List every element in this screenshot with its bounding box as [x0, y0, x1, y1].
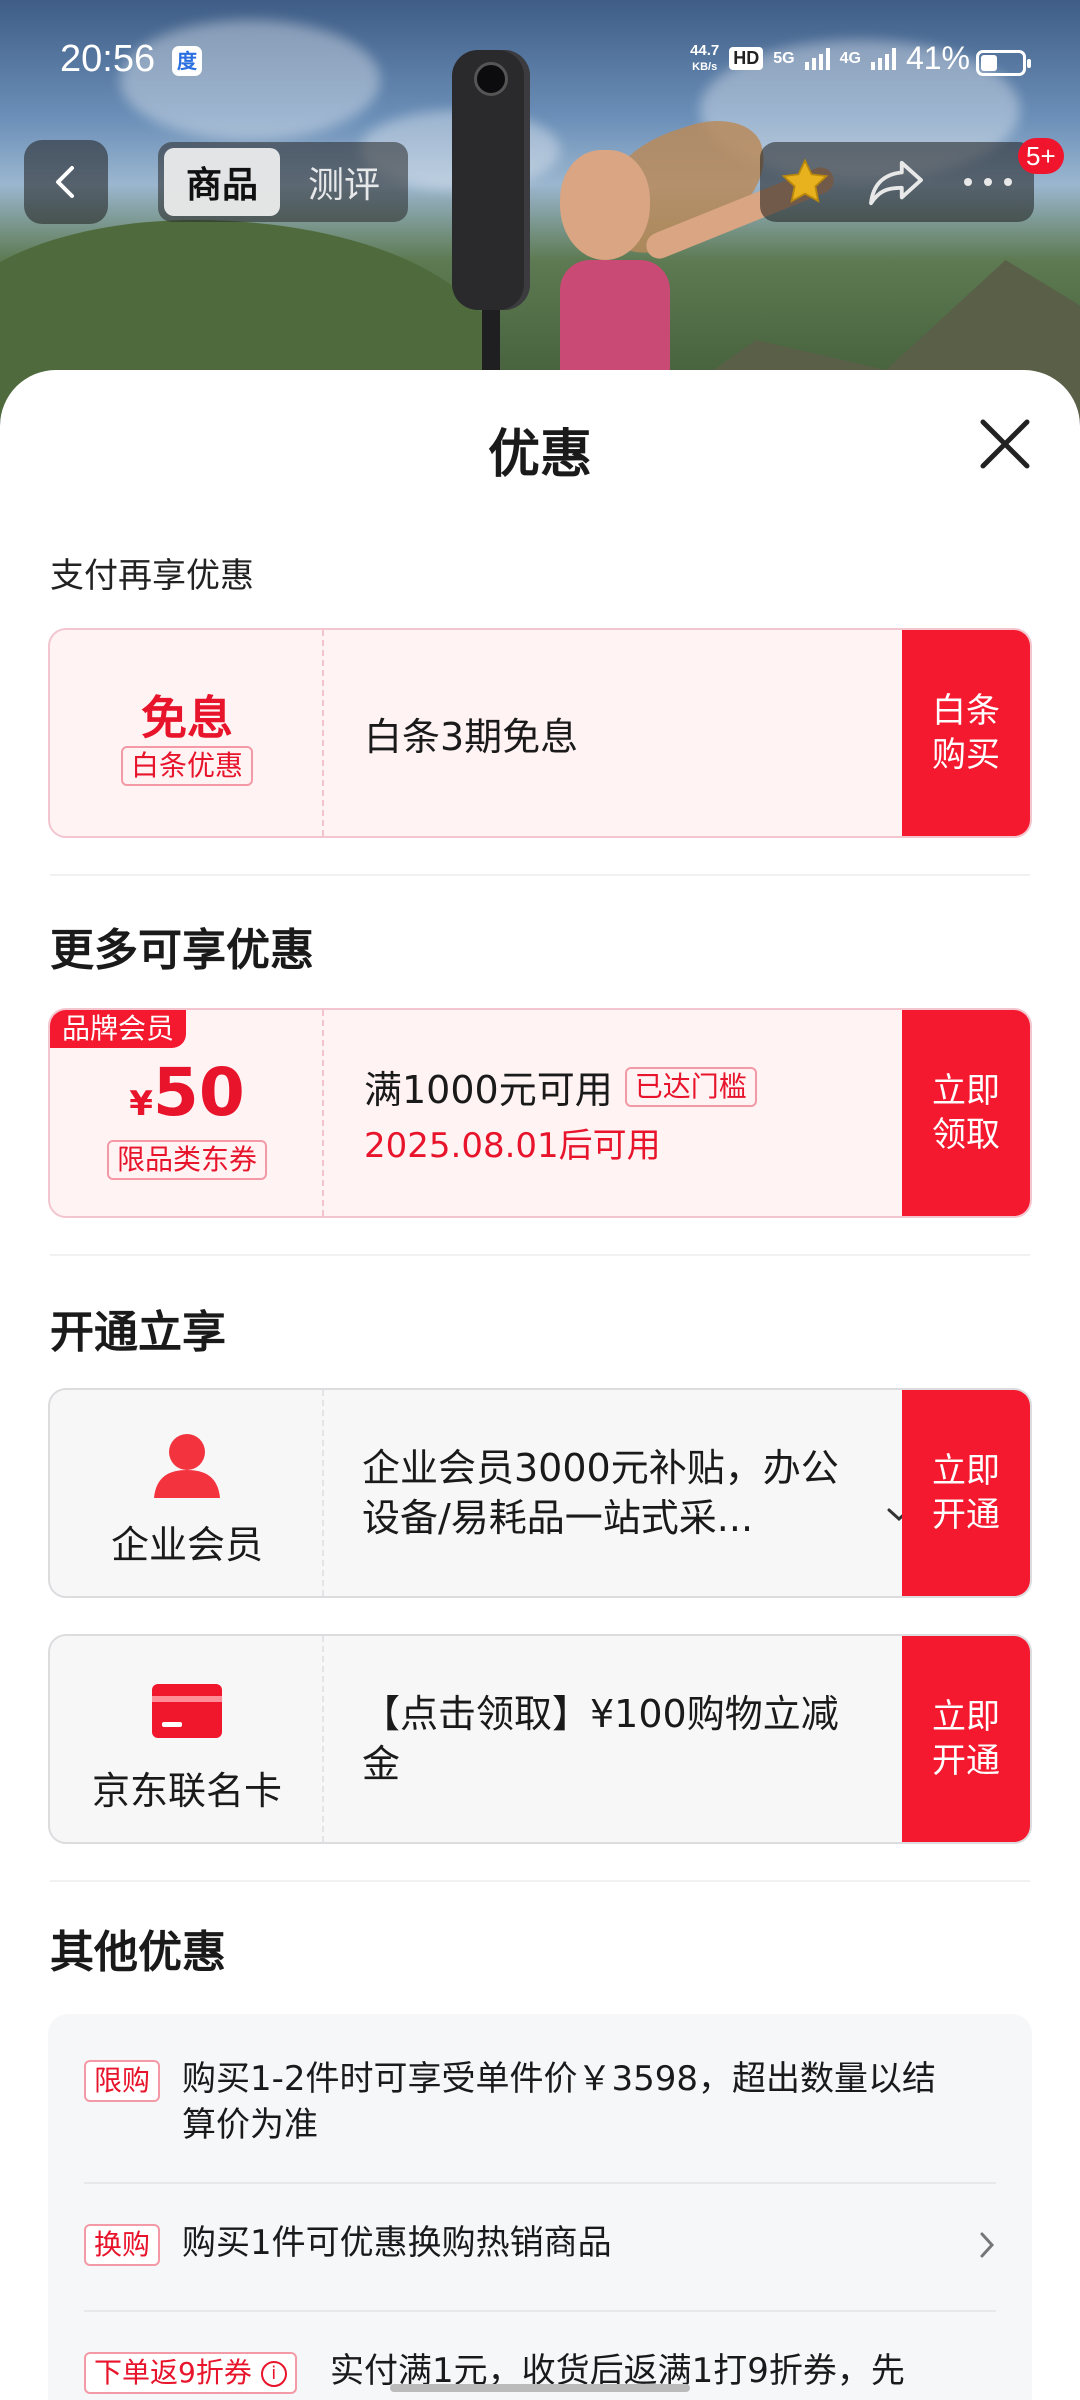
message-badge: 5+ — [1018, 138, 1064, 174]
list-item-text: 购买1-2件时可享受单件价￥3598，超出数量以结算价为准 — [182, 2059, 937, 2145]
signal-bars-icon — [804, 47, 830, 70]
share-icon[interactable] — [867, 157, 925, 207]
open-jd-card-button[interactable]: 立即开通 — [902, 1636, 1030, 1842]
tab-review[interactable]: 测评 — [286, 148, 402, 216]
divider — [84, 2182, 996, 2184]
divider — [50, 1880, 1030, 1882]
coupon-type-tag: 限品类东券 — [106, 1140, 267, 1180]
jd-card-desc: 【点击领取】¥100购物立减金 — [362, 1692, 839, 1786]
hd-icon: HD — [729, 47, 764, 70]
sheet-title: 优惠 — [487, 425, 592, 485]
limit-tag: 限购 — [84, 2060, 161, 2102]
other-offers-list: 限购 购买1-2件时可享受单件价￥3598，超出数量以结算价为准 换购 购买1件… — [48, 2014, 1032, 2400]
signal-bars-icon — [870, 47, 896, 70]
list-item-text: 购买1件可优惠换购热销商品 — [182, 2223, 612, 2263]
enterprise-name: 企业会员 — [110, 1523, 263, 1567]
brand-member-coupon: 品牌会员 ¥50 限品类东券 满1000元可用 已达门槛 2025.08.01后… — [48, 1008, 1032, 1218]
chevron-left-icon — [56, 166, 74, 198]
header-actions — [760, 142, 1034, 222]
coupon-desc: 白条3期免息 — [364, 714, 579, 759]
baidu-paw-icon: 度 — [172, 46, 202, 76]
coupon-headline: 免息 — [141, 691, 233, 745]
coupon-tag: 白条优惠 — [120, 746, 253, 786]
more-icon[interactable] — [960, 174, 1016, 190]
coupon-amount: ¥50 — [129, 1054, 245, 1131]
divider — [50, 874, 1030, 876]
status-indicators: 44.7 KB/s HD 5G 4G 41% — [690, 40, 970, 77]
open-section-title: 开通立享 — [50, 1307, 226, 1358]
divider — [50, 1254, 1030, 1256]
coupon-valid-date: 2025.08.01后可用 — [364, 1126, 661, 1166]
threshold-reached-tag: 已达门槛 — [624, 1066, 757, 1107]
rebate-tag: 下单返9折券 i — [84, 2352, 297, 2394]
network-speed: 44.7 KB/s — [690, 41, 720, 73]
open-enterprise-button[interactable]: 立即开通 — [902, 1390, 1030, 1596]
coupon-condition: 满1000元可用 — [364, 1068, 613, 1112]
enterprise-desc: 企业会员3000元补贴，办公设备/易耗品一站式采... — [362, 1446, 839, 1540]
list-item: 限购 购买1-2件时可享受单件价￥3598，超出数量以结算价为准 — [84, 2059, 996, 2150]
close-icon[interactable] — [975, 414, 1035, 474]
home-indicator[interactable] — [390, 2384, 690, 2392]
more-section-title: 更多可享优惠 — [50, 925, 314, 976]
list-item-exchange[interactable]: 换购 购买1件可优惠换购热销商品 — [84, 2223, 996, 2270]
exchange-tag: 换购 — [84, 2224, 161, 2266]
person-icon — [154, 1434, 220, 1498]
pay-section-title: 支付再享优惠 — [50, 556, 254, 596]
jd-card-name: 京东联名卡 — [91, 1769, 282, 1813]
corner-tag: 品牌会员 — [50, 1010, 187, 1048]
status-bar: 20:56 度 44.7 KB/s HD 5G 4G 41% — [0, 0, 1080, 120]
chevron-right-icon — [980, 2232, 995, 2258]
product-review-tabs: 商品 测评 — [158, 142, 408, 222]
back-button[interactable] — [24, 140, 108, 224]
baitiao-buy-button[interactable]: 白条购买 — [902, 630, 1030, 836]
other-section-title: 其他优惠 — [50, 1927, 226, 1978]
battery-percent: 41% — [905, 40, 970, 76]
info-icon[interactable]: i — [260, 2361, 287, 2387]
tab-product[interactable]: 商品 — [164, 148, 280, 216]
enterprise-member-card: 企业会员 企业会员3000元补贴，办公设备/易耗品一站式采... 立即开通 — [48, 1388, 1032, 1598]
status-time: 20:56 — [60, 38, 156, 80]
network-4g: 4G — [839, 49, 861, 67]
divider — [84, 2310, 996, 2312]
credit-card-icon — [152, 1684, 222, 1738]
battery-icon — [976, 50, 1031, 76]
network-5g: 5G — [773, 49, 795, 67]
claim-coupon-button[interactable]: 立即领取 — [902, 1010, 1030, 1216]
jd-co-brand-card: 京东联名卡 【点击领取】¥100购物立减金 立即开通 — [48, 1634, 1032, 1844]
baitiao-coupon: 免息 白条优惠 白条3期免息 白条购买 — [48, 628, 1032, 838]
star-favorite-icon[interactable] — [778, 155, 832, 209]
